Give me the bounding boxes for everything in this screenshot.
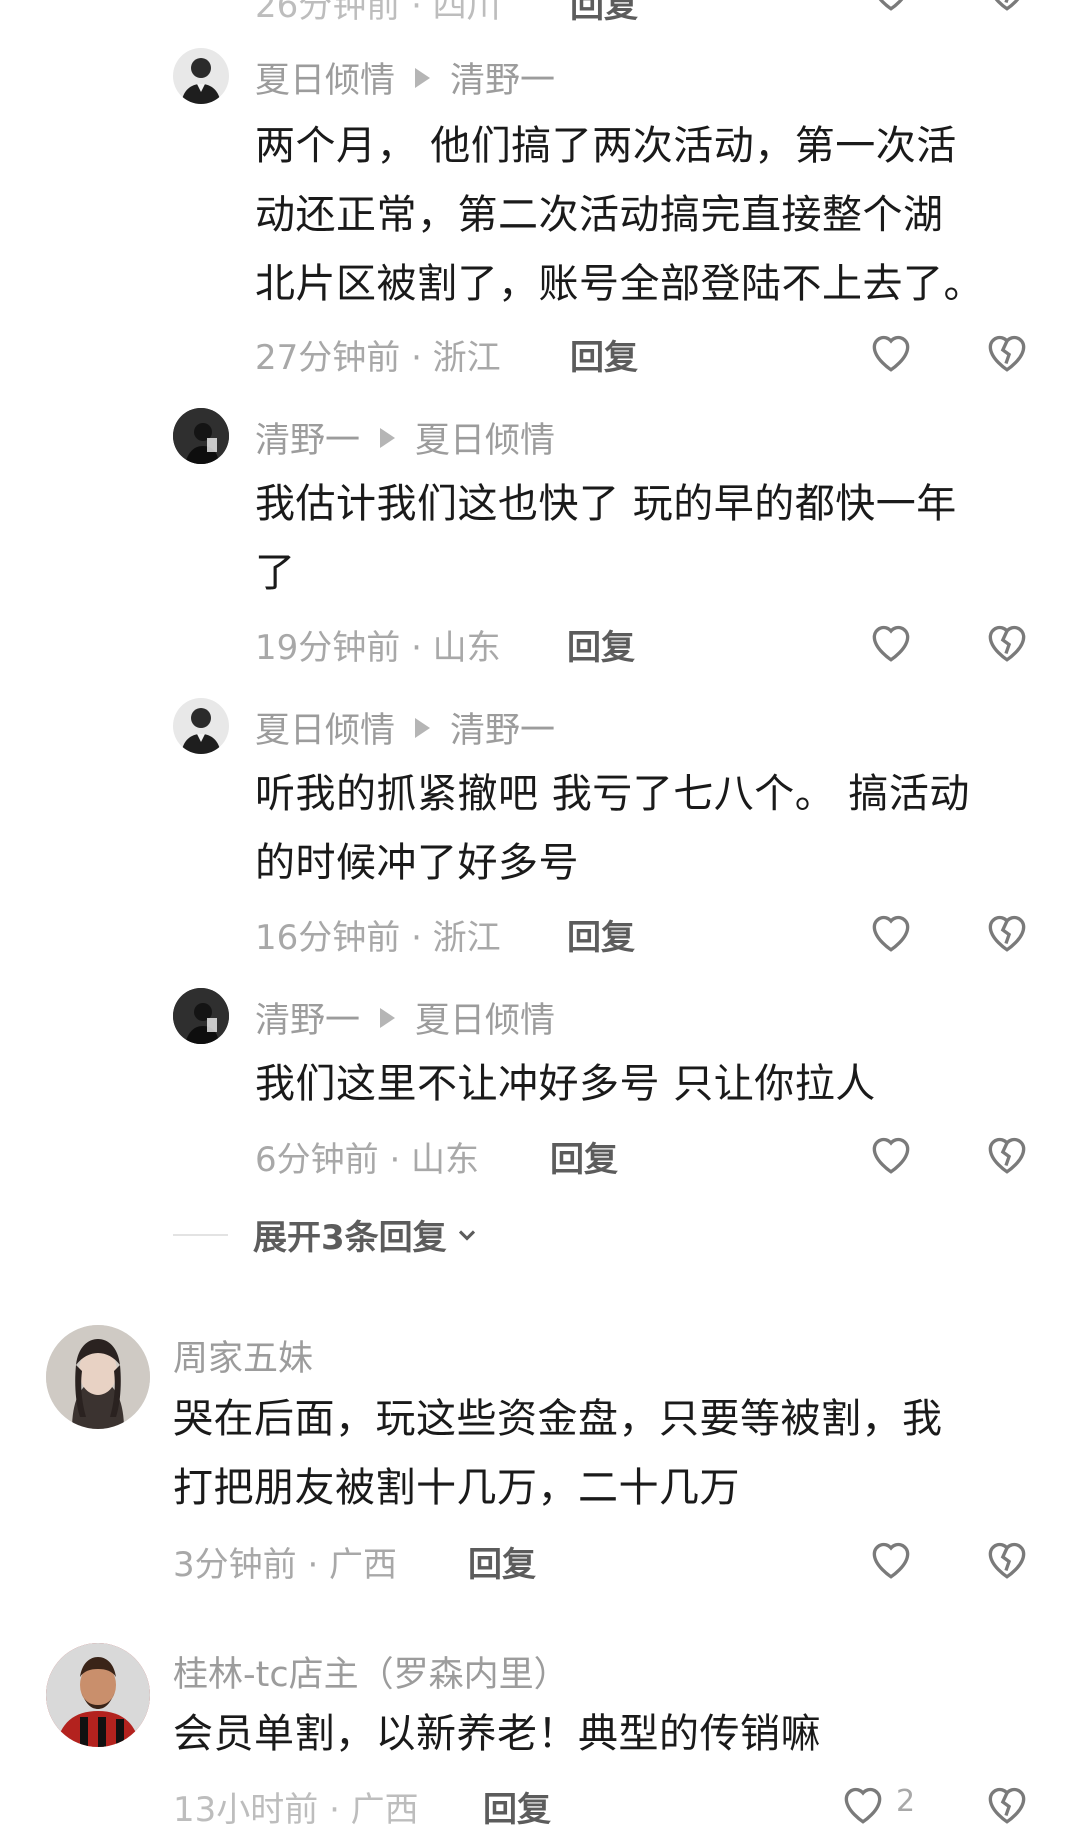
comment-text: 听我的抓紧撤吧 我亏了七八个。 搞活动 的时候冲了好多号: [255, 760, 970, 898]
heart-icon[interactable]: [866, 616, 916, 666]
comment-line: 了: [255, 550, 296, 596]
reply-header: 夏日倾情 清野一: [255, 702, 555, 753]
comment-line: 听我的抓紧撤吧 我亏了七八个。 搞活动: [255, 771, 970, 817]
broken-heart-icon[interactable]: [982, 906, 1032, 956]
heart-icon[interactable]: [866, 0, 916, 15]
heart-icon[interactable]: [866, 906, 916, 956]
comment-line: 打把朋友被割十几万，二十几万: [173, 1465, 740, 1511]
heart-icon[interactable]: [866, 1128, 916, 1178]
expand-replies-label: 展开3条回复: [253, 1218, 447, 1258]
avatar[interactable]: [173, 698, 229, 754]
comment-line: 的时候冲了好多号: [255, 840, 579, 886]
reply-button[interactable]: 回复: [567, 910, 635, 959]
reply-button[interactable]: 回复: [567, 620, 635, 669]
reply-header: 清野一 夏日倾情: [255, 992, 555, 1043]
reply-to-name[interactable]: 夏日倾情: [415, 992, 555, 1043]
comment-meta: 16分钟前 · 浙江: [255, 918, 501, 958]
divider: [173, 1233, 228, 1236]
comment-line: 哭在后面，玩这些资金盘，只要等被割，我: [173, 1396, 943, 1442]
broken-heart-icon[interactable]: [982, 326, 1032, 376]
avatar[interactable]: [46, 1643, 150, 1747]
reply-button[interactable]: 回复: [550, 1132, 618, 1181]
avatar[interactable]: [173, 988, 229, 1044]
comment-text: 我们这里不让冲好多号 只让你拉人: [255, 1050, 876, 1119]
expand-replies-button[interactable]: 展开3条回复: [173, 1210, 481, 1259]
comment-meta: 6分钟前 · 山东: [255, 1140, 480, 1180]
comment-text: 我估计我们这也快了 玩的早的都快一年 了: [255, 470, 957, 608]
comment-line: 我们这里不让冲好多号 只让你拉人: [255, 1061, 876, 1107]
chevron-down-icon: [458, 1229, 475, 1241]
comment-meta: 3分钟前 · 广西: [173, 1545, 398, 1585]
reply-to-name[interactable]: 清野一: [450, 702, 555, 753]
author-name[interactable]: 夏日倾情: [255, 52, 395, 103]
author-name[interactable]: 周家五妹: [173, 1330, 313, 1381]
comment-line: 我估计我们这也快了 玩的早的都快一年: [255, 481, 957, 527]
comment-meta: 27分钟前 · 浙江: [255, 338, 501, 378]
comment-text: 两个月， 他们搞了两次活动，第一次活 动还正常，第二次活动搞完直接整个湖 北片区…: [255, 112, 984, 319]
reply-button[interactable]: 回复: [468, 1537, 536, 1586]
reply-arrow-icon: [380, 1007, 396, 1028]
like-count: 2: [896, 1784, 916, 1819]
reply-arrow-icon: [380, 427, 396, 448]
comment-line: 动还正常，第二次活动搞完直接整个湖: [255, 192, 944, 238]
comment-line: 两个月， 他们搞了两次活动，第一次活: [255, 123, 957, 169]
broken-heart-icon[interactable]: [982, 1128, 1032, 1178]
reply-arrow-icon: [415, 67, 431, 88]
broken-heart-icon[interactable]: [982, 1533, 1032, 1583]
reply-to-name[interactable]: 清野一: [450, 52, 555, 103]
comment-meta: 19分钟前 · 山东: [255, 628, 501, 668]
reply-to-name[interactable]: 夏日倾情: [415, 412, 555, 463]
reply-arrow-icon: [415, 717, 431, 738]
reply-button[interactable]: 回复: [570, 0, 638, 27]
heart-icon[interactable]: [838, 1778, 888, 1828]
reply-button[interactable]: 回复: [570, 330, 638, 379]
author-name[interactable]: 清野一: [255, 412, 360, 463]
comment-text: 会员单割，以新养老！典型的传销嘛: [173, 1700, 821, 1769]
reply-header: 夏日倾情 清野一: [255, 52, 555, 103]
partial-comment-meta: 26分钟前 · 四川: [255, 0, 501, 26]
author-name[interactable]: 夏日倾情: [255, 702, 395, 753]
broken-heart-icon[interactable]: [982, 1778, 1032, 1828]
broken-heart-icon[interactable]: [982, 616, 1032, 666]
heart-icon[interactable]: [866, 326, 916, 376]
avatar[interactable]: [173, 408, 229, 464]
comment-line: 会员单割，以新养老！典型的传销嘛: [173, 1711, 821, 1757]
reply-header: 清野一 夏日倾情: [255, 412, 555, 463]
avatar[interactable]: [46, 1325, 150, 1429]
comment-text: 哭在后面，玩这些资金盘，只要等被割，我 打把朋友被割十几万，二十几万: [173, 1385, 943, 1523]
heart-icon[interactable]: [866, 1533, 916, 1583]
author-name[interactable]: 桂林-tc店主（罗森内里）: [173, 1646, 569, 1697]
avatar[interactable]: [173, 48, 229, 104]
comment-line: 北片区被割了，账号全部登陆不上去了。: [255, 261, 984, 307]
broken-heart-icon[interactable]: [982, 0, 1032, 15]
author-name[interactable]: 清野一: [255, 992, 360, 1043]
